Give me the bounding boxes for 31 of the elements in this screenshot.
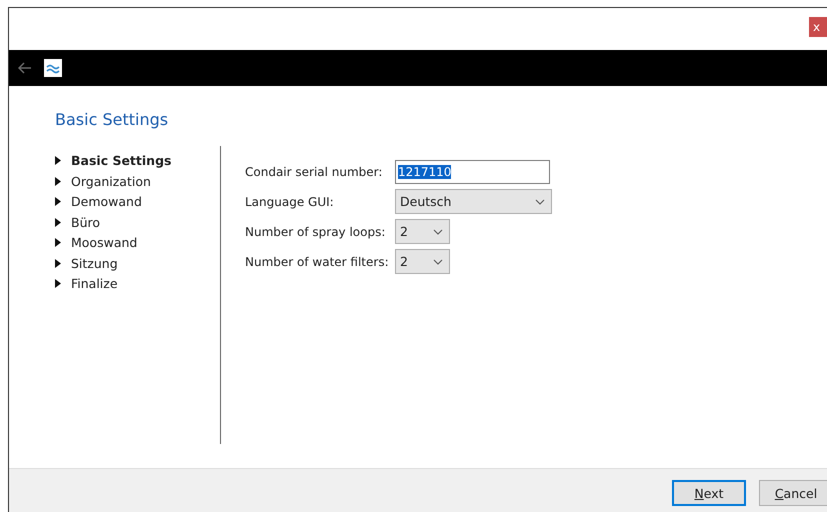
expand-triangle-icon: [55, 238, 61, 247]
field-label: Condair serial number:: [245, 165, 384, 179]
app-logo-icon: [44, 59, 62, 77]
nav-item[interactable]: Finalize: [55, 275, 220, 292]
nav-item[interactable]: Mooswand: [55, 234, 220, 251]
nav-item[interactable]: Basic Settings: [55, 152, 220, 169]
cancel-button[interactable]: Cancel: [759, 480, 827, 506]
chevron-down-icon: [433, 228, 443, 234]
nav-item[interactable]: Demowand: [55, 193, 220, 210]
expand-triangle-icon: [55, 176, 61, 186]
expand-triangle-icon: [55, 258, 61, 268]
next-button[interactable]: Next: [672, 480, 746, 506]
dropdown[interactable]: Deutsch: [395, 189, 552, 214]
expand-triangle-icon: [55, 197, 61, 206]
chevron-down-icon: [433, 258, 443, 264]
expand-triangle-icon: [55, 156, 61, 165]
serial-number-field[interactable]: 1217110: [395, 160, 550, 184]
field-label: Number of water filters:: [245, 254, 390, 268]
field-label: Number of spray loops:: [245, 224, 386, 238]
dropdown[interactable]: 2: [395, 219, 450, 244]
page-heading: Basic Settings: [55, 110, 170, 131]
expand-triangle-icon: [55, 279, 61, 288]
dropdown[interactable]: 2: [395, 249, 450, 274]
back-arrow-icon[interactable]: [18, 62, 32, 74]
nav-item[interactable]: Sitzung: [55, 254, 220, 272]
expand-triangle-icon: [55, 218, 61, 226]
chevron-down-icon: [535, 198, 545, 204]
nav-item[interactable]: Büro: [55, 214, 220, 230]
nav-item[interactable]: Organization: [55, 172, 220, 190]
field-label: Language GUI:: [245, 194, 335, 208]
close-button[interactable]: x: [809, 17, 827, 37]
